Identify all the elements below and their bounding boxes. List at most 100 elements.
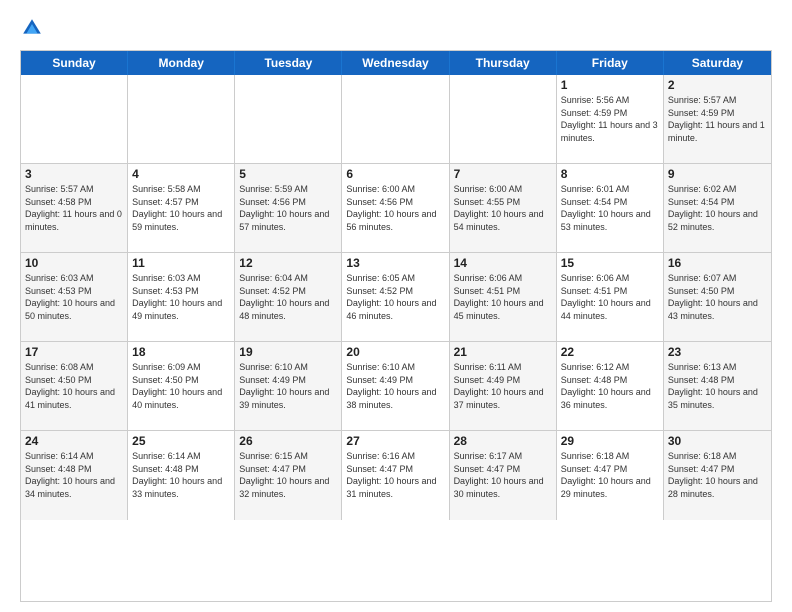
calendar-cell	[235, 75, 342, 163]
cell-date: 20	[346, 345, 444, 359]
cell-date: 6	[346, 167, 444, 181]
calendar-cell: 3Sunrise: 5:57 AMSunset: 4:58 PMDaylight…	[21, 164, 128, 252]
cell-info: Sunrise: 6:10 AMSunset: 4:49 PMDaylight:…	[239, 361, 337, 411]
cell-date: 4	[132, 167, 230, 181]
cell-info: Sunrise: 6:03 AMSunset: 4:53 PMDaylight:…	[132, 272, 230, 322]
cell-info: Sunrise: 6:01 AMSunset: 4:54 PMDaylight:…	[561, 183, 659, 233]
cell-info: Sunrise: 6:14 AMSunset: 4:48 PMDaylight:…	[132, 450, 230, 500]
cell-info: Sunrise: 6:11 AMSunset: 4:49 PMDaylight:…	[454, 361, 552, 411]
cell-info: Sunrise: 6:00 AMSunset: 4:56 PMDaylight:…	[346, 183, 444, 233]
calendar-week-5: 24 Sunrise: 6:14 AMSunset: 4:48 PMDayligh…	[21, 431, 771, 520]
calendar-cell: 17 Sunrise: 6:08 AMSunset: 4:50 PMDayligh…	[21, 342, 128, 430]
calendar-cell: 21Sunrise: 6:11 AMSunset: 4:49 PMDayligh…	[450, 342, 557, 430]
calendar-header: SundayMondayTuesdayWednesdayThursdayFrid…	[21, 51, 771, 75]
day-header-friday: Friday	[557, 51, 664, 75]
cell-info: Sunrise: 5:58 AMSunset: 4:57 PMDaylight:…	[132, 183, 230, 233]
calendar-cell: 23 Sunrise: 6:13 AMSunset: 4:48 PMDayligh…	[664, 342, 771, 430]
cell-info: Sunrise: 6:00 AMSunset: 4:55 PMDaylight:…	[454, 183, 552, 233]
calendar-cell: 8 Sunrise: 6:01 AMSunset: 4:54 PMDaylight…	[557, 164, 664, 252]
cell-date: 10	[25, 256, 123, 270]
cell-info: Sunrise: 6:06 AMSunset: 4:51 PMDaylight:…	[561, 272, 659, 322]
cell-info: Sunrise: 6:17 AMSunset: 4:47 PMDaylight:…	[454, 450, 552, 500]
cell-info: Sunrise: 6:13 AMSunset: 4:48 PMDaylight:…	[668, 361, 767, 411]
cell-date: 27	[346, 434, 444, 448]
cell-info: Sunrise: 6:15 AMSunset: 4:47 PMDaylight:…	[239, 450, 337, 500]
cell-info: Sunrise: 6:03 AMSunset: 4:53 PMDaylight:…	[25, 272, 123, 322]
cell-date: 29	[561, 434, 659, 448]
calendar-cell: 9Sunrise: 6:02 AMSunset: 4:54 PMDaylight…	[664, 164, 771, 252]
calendar-cell: 26 Sunrise: 6:15 AMSunset: 4:47 PMDayligh…	[235, 431, 342, 520]
calendar-cell: 16Sunrise: 6:07 AMSunset: 4:50 PMDayligh…	[664, 253, 771, 341]
cell-date: 8	[561, 167, 659, 181]
cell-date: 22	[561, 345, 659, 359]
calendar-cell: 29 Sunrise: 6:18 AMSunset: 4:47 PMDayligh…	[557, 431, 664, 520]
cell-info: Sunrise: 6:14 AMSunset: 4:48 PMDaylight:…	[25, 450, 123, 500]
cell-date: 7	[454, 167, 552, 181]
day-header-sunday: Sunday	[21, 51, 128, 75]
calendar-cell	[128, 75, 235, 163]
calendar-cell: 18 Sunrise: 6:09 AMSunset: 4:50 PMDayligh…	[128, 342, 235, 430]
cell-info: Sunrise: 6:10 AMSunset: 4:49 PMDaylight:…	[346, 361, 444, 411]
cell-date: 28	[454, 434, 552, 448]
calendar-cell	[21, 75, 128, 163]
calendar: SundayMondayTuesdayWednesdayThursdayFrid…	[20, 50, 772, 602]
cell-date: 23	[668, 345, 767, 359]
cell-info: Sunrise: 5:56 AMSunset: 4:59 PMDaylight:…	[561, 94, 659, 144]
cell-date: 26	[239, 434, 337, 448]
cell-info: Sunrise: 6:12 AMSunset: 4:48 PMDaylight:…	[561, 361, 659, 411]
calendar-cell: 30 Sunrise: 6:18 AMSunset: 4:47 PMDayligh…	[664, 431, 771, 520]
calendar-cell: 6 Sunrise: 6:00 AMSunset: 4:56 PMDaylight…	[342, 164, 449, 252]
cell-date: 3	[25, 167, 123, 181]
calendar-week-3: 10 Sunrise: 6:03 AMSunset: 4:53 PMDayligh…	[21, 253, 771, 342]
calendar-cell: 14Sunrise: 6:06 AMSunset: 4:51 PMDayligh…	[450, 253, 557, 341]
calendar-week-4: 17 Sunrise: 6:08 AMSunset: 4:50 PMDayligh…	[21, 342, 771, 431]
calendar-cell: 19 Sunrise: 6:10 AMSunset: 4:49 PMDayligh…	[235, 342, 342, 430]
calendar-cell: 15 Sunrise: 6:06 AMSunset: 4:51 PMDayligh…	[557, 253, 664, 341]
cell-date: 19	[239, 345, 337, 359]
calendar-cell: 7 Sunrise: 6:00 AMSunset: 4:55 PMDaylight…	[450, 164, 557, 252]
calendar-cell: 2 Sunrise: 5:57 AMSunset: 4:59 PMDaylight…	[664, 75, 771, 163]
day-header-wednesday: Wednesday	[342, 51, 449, 75]
calendar-cell: 27 Sunrise: 6:16 AMSunset: 4:47 PMDayligh…	[342, 431, 449, 520]
cell-date: 15	[561, 256, 659, 270]
calendar-cell: 22 Sunrise: 6:12 AMSunset: 4:48 PMDayligh…	[557, 342, 664, 430]
logo-icon	[20, 16, 44, 40]
cell-info: Sunrise: 6:08 AMSunset: 4:50 PMDaylight:…	[25, 361, 123, 411]
cell-info: Sunrise: 5:59 AMSunset: 4:56 PMDaylight:…	[239, 183, 337, 233]
cell-date: 11	[132, 256, 230, 270]
calendar-cell	[342, 75, 449, 163]
calendar-cell: 13 Sunrise: 6:05 AMSunset: 4:52 PMDayligh…	[342, 253, 449, 341]
cell-info: Sunrise: 6:16 AMSunset: 4:47 PMDaylight:…	[346, 450, 444, 500]
cell-info: Sunrise: 6:07 AMSunset: 4:50 PMDaylight:…	[668, 272, 767, 322]
cell-info: Sunrise: 6:09 AMSunset: 4:50 PMDaylight:…	[132, 361, 230, 411]
cell-date: 30	[668, 434, 767, 448]
cell-info: Sunrise: 6:18 AMSunset: 4:47 PMDaylight:…	[668, 450, 767, 500]
cell-date: 18	[132, 345, 230, 359]
cell-date: 14	[454, 256, 552, 270]
cell-date: 1	[561, 78, 659, 92]
calendar-week-2: 3Sunrise: 5:57 AMSunset: 4:58 PMDaylight…	[21, 164, 771, 253]
calendar-cell: 5 Sunrise: 5:59 AMSunset: 4:56 PMDaylight…	[235, 164, 342, 252]
calendar-cell: 20 Sunrise: 6:10 AMSunset: 4:49 PMDayligh…	[342, 342, 449, 430]
calendar-cell: 12Sunrise: 6:04 AMSunset: 4:52 PMDayligh…	[235, 253, 342, 341]
cell-date: 24	[25, 434, 123, 448]
cell-date: 17	[25, 345, 123, 359]
cell-info: Sunrise: 5:57 AMSunset: 4:59 PMDaylight:…	[668, 94, 767, 144]
cell-date: 13	[346, 256, 444, 270]
day-header-saturday: Saturday	[664, 51, 771, 75]
logo	[20, 16, 48, 40]
calendar-cell: 28 Sunrise: 6:17 AMSunset: 4:47 PMDayligh…	[450, 431, 557, 520]
calendar-cell: 4 Sunrise: 5:58 AMSunset: 4:57 PMDaylight…	[128, 164, 235, 252]
day-header-thursday: Thursday	[450, 51, 557, 75]
cell-date: 2	[668, 78, 767, 92]
calendar-body: 1 Sunrise: 5:56 AMSunset: 4:59 PMDaylight…	[21, 75, 771, 520]
cell-info: Sunrise: 6:02 AMSunset: 4:54 PMDaylight:…	[668, 183, 767, 233]
cell-date: 25	[132, 434, 230, 448]
cell-info: Sunrise: 6:05 AMSunset: 4:52 PMDaylight:…	[346, 272, 444, 322]
calendar-cell: 1 Sunrise: 5:56 AMSunset: 4:59 PMDaylight…	[557, 75, 664, 163]
cell-date: 5	[239, 167, 337, 181]
cell-info: Sunrise: 6:04 AMSunset: 4:52 PMDaylight:…	[239, 272, 337, 322]
cell-info: Sunrise: 6:18 AMSunset: 4:47 PMDaylight:…	[561, 450, 659, 500]
calendar-cell	[450, 75, 557, 163]
calendar-cell: 24 Sunrise: 6:14 AMSunset: 4:48 PMDayligh…	[21, 431, 128, 520]
